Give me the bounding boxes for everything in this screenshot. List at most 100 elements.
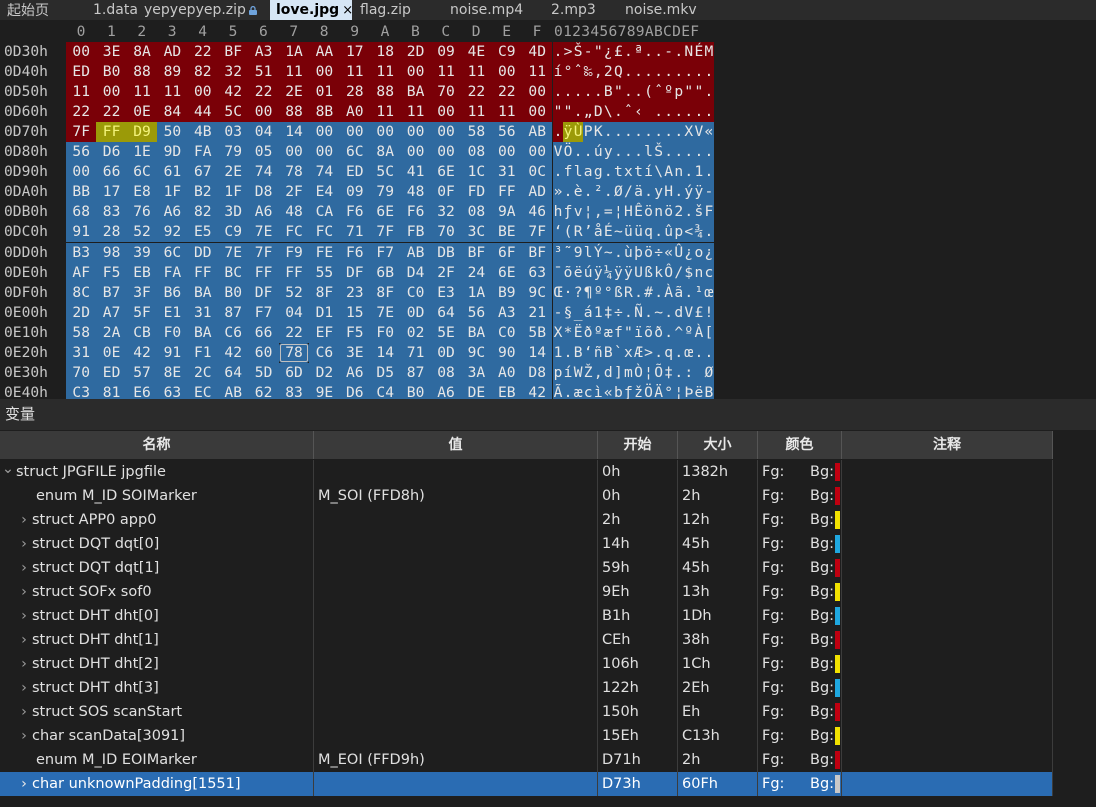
hex-byte[interactable]: 04	[278, 302, 310, 323]
hex-byte[interactable]: 3E	[96, 42, 127, 62]
hex-byte[interactable]: 8F	[309, 282, 340, 303]
hex-byte[interactable]: B0	[218, 282, 249, 303]
hex-byte[interactable]: 88	[370, 82, 401, 103]
ascii-char[interactable]: ƒ	[623, 382, 634, 399]
ascii-char[interactable]: º	[663, 82, 674, 103]
ascii-char[interactable]: ÿ	[613, 262, 624, 283]
ascii-char[interactable]: "	[623, 322, 634, 343]
ascii-char[interactable]: ö	[663, 202, 674, 223]
hex-byte[interactable]: 6C	[157, 242, 188, 263]
ascii-char[interactable]: .	[603, 162, 614, 183]
ascii-char[interactable]: v	[573, 202, 584, 223]
ascii-char[interactable]: .	[603, 182, 614, 203]
variable-comment[interactable]	[842, 748, 1053, 772]
ascii-char[interactable]: É	[603, 222, 614, 243]
ascii-char[interactable]: ì	[593, 382, 604, 399]
hex-byte[interactable]: 3D	[218, 202, 249, 223]
hex-byte[interactable]: A3	[491, 302, 522, 323]
variable-row[interactable]: › struct SOFx sof0 9Eh 13h Fg: Bg:	[0, 580, 1053, 604]
ascii-char[interactable]: H	[663, 182, 674, 203]
ascii-char[interactable]: H	[623, 202, 634, 223]
ascii-char[interactable]: ƒ	[563, 202, 574, 223]
ascii-char[interactable]: ë	[693, 382, 704, 399]
ascii-char[interactable]: š	[693, 202, 704, 223]
variable-comment[interactable]	[842, 604, 1053, 628]
hex-byte[interactable]: 56	[66, 142, 97, 163]
ascii-char[interactable]: Œ	[553, 282, 564, 303]
ascii-char[interactable]: k	[653, 262, 664, 283]
hex-byte[interactable]: 6E	[370, 202, 401, 223]
hex-byte[interactable]: 00	[400, 122, 431, 143]
tab-noise-mp4[interactable]: noise.mp4	[430, 0, 536, 20]
hex-byte[interactable]: 9E	[309, 382, 340, 399]
variable-color[interactable]: Fg: Bg:	[758, 724, 842, 748]
ascii-char[interactable]: Ê	[633, 202, 644, 223]
hex-byte[interactable]: FA	[187, 142, 218, 163]
variable-comment[interactable]	[842, 772, 1053, 796]
hex-byte[interactable]: 0C	[522, 162, 553, 183]
chevron-right-icon[interactable]: ›	[16, 532, 32, 556]
ascii-char[interactable]: .	[623, 82, 634, 103]
ascii-char[interactable]: .	[643, 62, 654, 83]
ascii-char[interactable]: ð	[653, 322, 664, 343]
ascii-char[interactable]: .	[553, 122, 564, 143]
ascii-char[interactable]: «	[603, 382, 614, 399]
hex-byte[interactable]: CA	[309, 202, 340, 223]
ascii-char[interactable]: D	[593, 102, 604, 123]
tab-1-data[interactable]: 1.data	[72, 0, 138, 20]
ascii-char[interactable]: ²	[593, 182, 604, 203]
hex-byte[interactable]: 87	[400, 362, 431, 383]
ascii-char[interactable]: ‹	[633, 102, 644, 123]
hex-byte[interactable]: B9	[491, 282, 522, 303]
ascii-char[interactable]: .	[703, 102, 714, 123]
hex-byte[interactable]: 1F	[218, 182, 249, 203]
variable-row[interactable]: › struct DHT dht[2] 106h 1Ch Fg: Bg:	[0, 652, 1053, 676]
ascii-char[interactable]: .	[623, 142, 634, 163]
hex-byte[interactable]: BA	[461, 322, 492, 343]
hex-byte[interactable]: C9	[218, 222, 249, 243]
hex-byte[interactable]: 8A	[370, 142, 401, 163]
ascii-char[interactable]: .	[683, 102, 694, 123]
ascii-char[interactable]: n	[653, 202, 664, 223]
variable-color[interactable]: Fg: Bg:	[758, 604, 842, 628]
hex-byte[interactable]: 70	[66, 362, 97, 383]
variable-color[interactable]: Fg: Bg:	[758, 460, 842, 484]
hex-byte[interactable]: 2E	[218, 162, 249, 183]
ascii-char[interactable]: À	[693, 322, 704, 343]
hex-byte[interactable]: F5	[96, 262, 127, 283]
ascii-char[interactable]: /	[673, 262, 684, 283]
ascii-char[interactable]: .	[663, 102, 674, 123]
hex-byte[interactable]: 11	[461, 102, 492, 123]
hex-byte[interactable]: 00	[430, 102, 462, 123]
ascii-char[interactable]: c	[703, 262, 714, 283]
hex-byte[interactable]: 22	[96, 102, 127, 123]
hex-byte[interactable]: 60	[248, 342, 279, 363]
ascii-char[interactable]: (	[563, 222, 574, 243]
variable-color[interactable]: Fg: Bg:	[758, 532, 842, 556]
ascii-char[interactable]: >	[643, 342, 654, 363]
hex-byte[interactable]: 1F	[157, 182, 188, 203]
hex-byte[interactable]: BF	[461, 242, 492, 263]
hex-byte[interactable]: ED	[66, 62, 97, 83]
hex-byte[interactable]: 63	[522, 262, 553, 283]
bg-color-swatch[interactable]	[835, 463, 840, 481]
hex-byte[interactable]: 2E	[278, 82, 310, 103]
ascii-char[interactable]: ‰	[583, 62, 594, 83]
ascii-char[interactable]: ã	[673, 282, 684, 303]
ascii-char[interactable]: p	[553, 362, 564, 383]
ascii-char[interactable]: „	[583, 102, 594, 123]
ascii-char[interactable]: <	[683, 222, 694, 243]
ascii-char[interactable]: (	[643, 82, 654, 103]
hex-byte[interactable]: B6	[157, 282, 188, 303]
hex-byte[interactable]: 11	[430, 62, 462, 83]
hex-byte[interactable]: 5C	[218, 102, 249, 123]
hex-byte[interactable]: 92	[157, 222, 188, 243]
tab-flag-zip[interactable]: flag.zip	[352, 0, 430, 20]
hex-byte[interactable]: 00	[278, 142, 310, 163]
ascii-char[interactable]: °	[603, 282, 614, 303]
ascii-char[interactable]: .	[563, 182, 574, 203]
hex-byte[interactable]: 0D	[400, 302, 431, 323]
hex-byte[interactable]: 6F	[491, 242, 522, 263]
hex-byte[interactable]: 00	[522, 142, 553, 163]
ascii-char[interactable]: ù	[623, 242, 634, 263]
